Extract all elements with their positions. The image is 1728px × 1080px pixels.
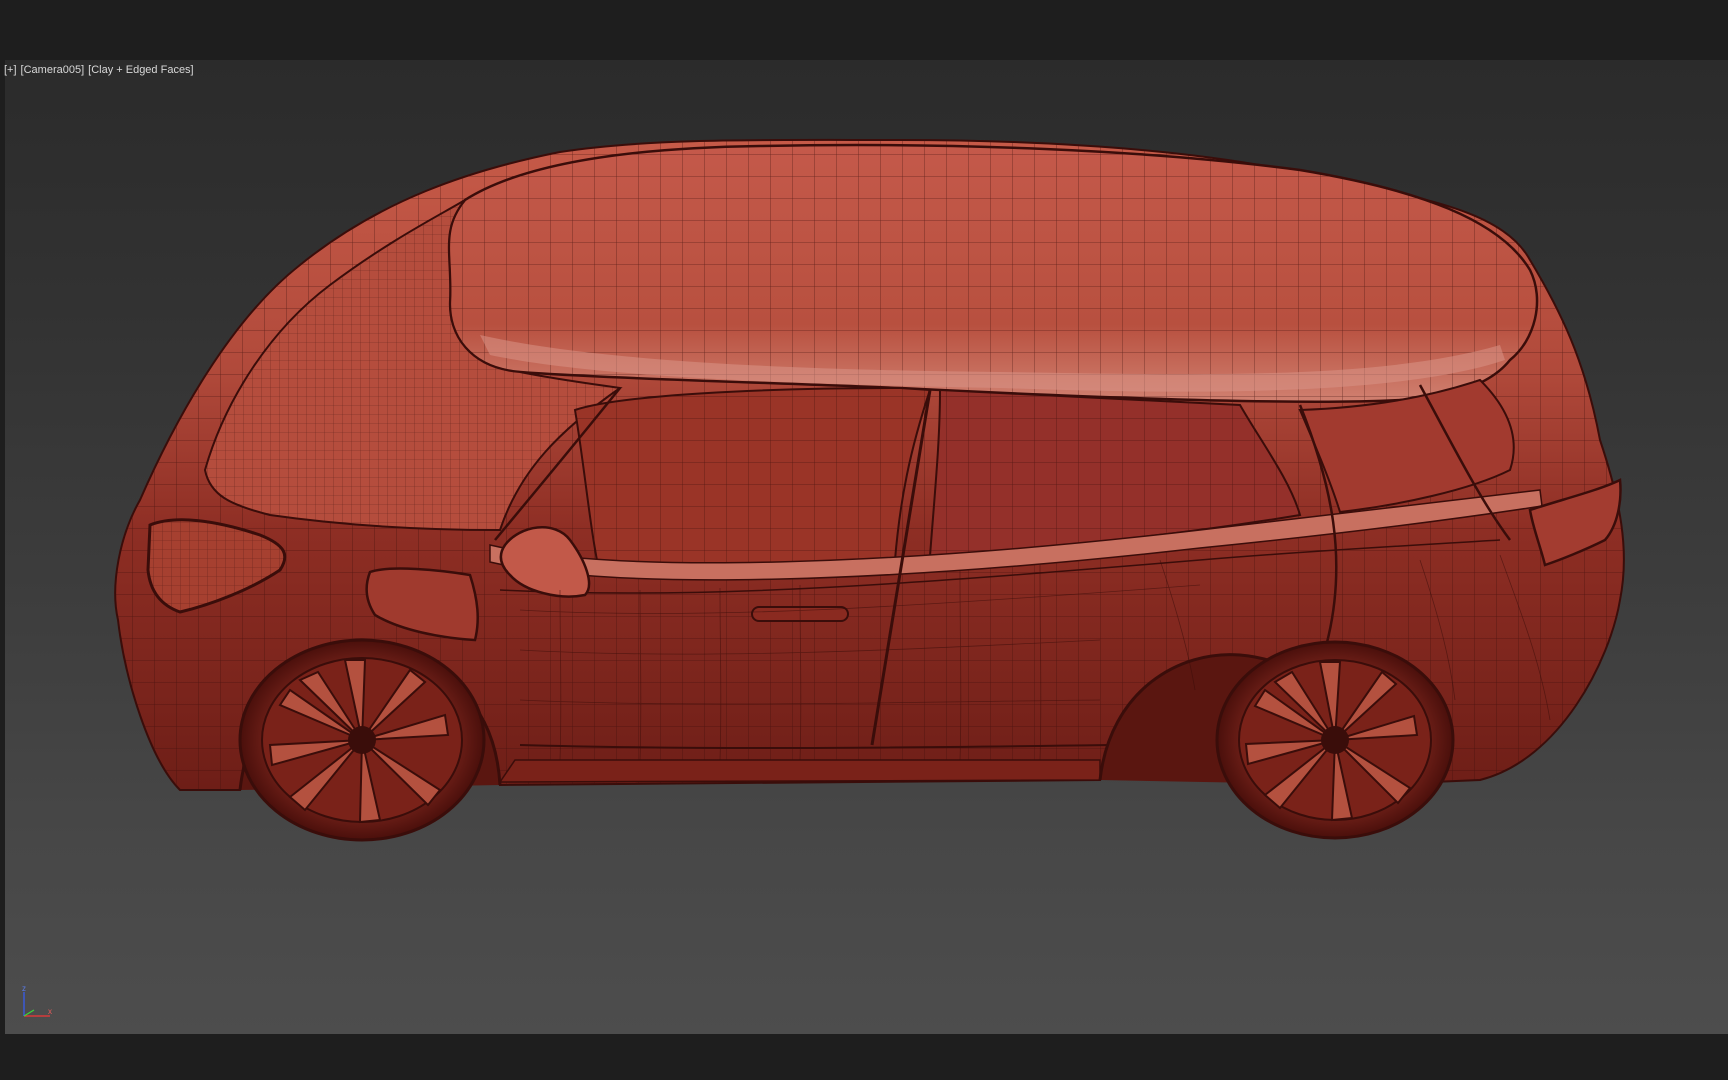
top-border bbox=[0, 0, 1728, 60]
car-model[interactable] bbox=[5, 60, 1728, 1034]
camera-name-button[interactable]: [Camera005] bbox=[21, 64, 85, 76]
x-axis-label: x bbox=[48, 1007, 52, 1016]
rear-wheel bbox=[1215, 640, 1455, 840]
viewport[interactable] bbox=[5, 60, 1728, 1034]
viewport-menu-button[interactable]: [+] bbox=[4, 64, 17, 76]
front-wheel bbox=[238, 638, 486, 842]
bottom-border bbox=[0, 1034, 1728, 1080]
shading-mode-button[interactable]: [Clay + Edged Faces] bbox=[88, 64, 193, 76]
viewport-label: [+] [Camera005] [Clay + Edged Faces] bbox=[4, 64, 194, 76]
axis-gizmo-icon: z x bbox=[22, 984, 52, 1017]
z-axis-label: z bbox=[22, 984, 26, 993]
